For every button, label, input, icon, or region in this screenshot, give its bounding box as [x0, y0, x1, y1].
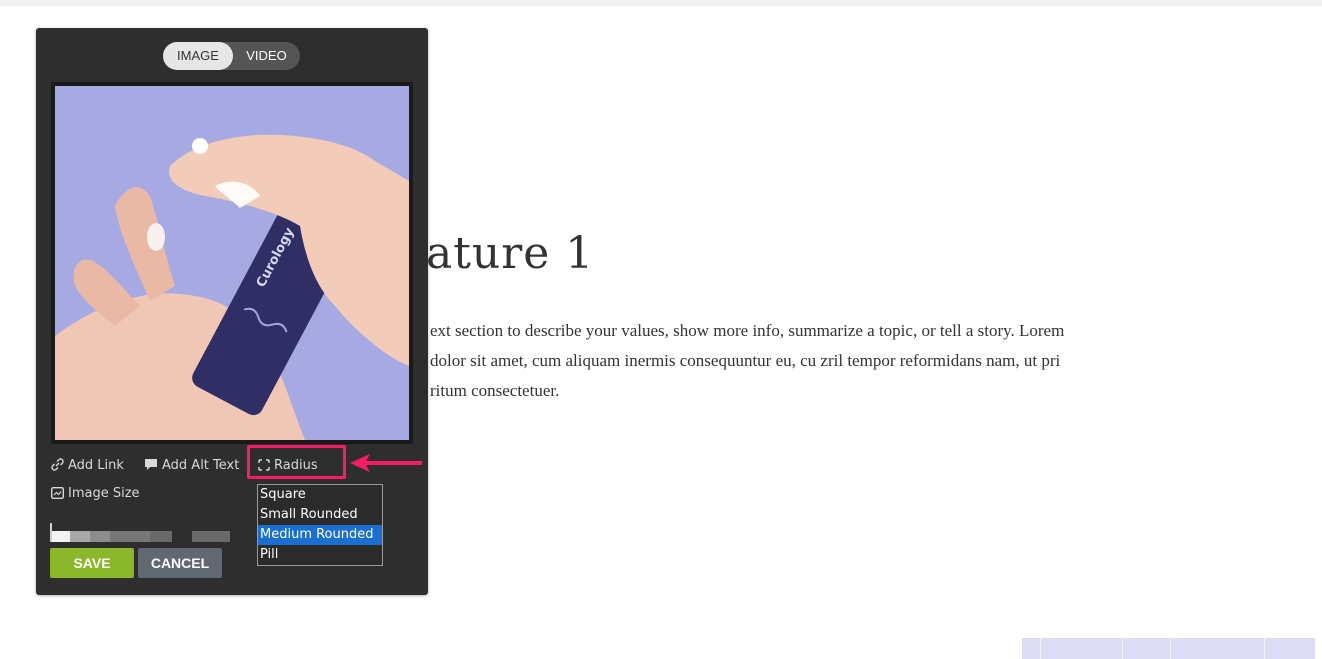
add-link-label: Add Link — [68, 458, 124, 473]
radius-option-small-rounded[interactable]: Small Rounded — [258, 505, 382, 525]
add-alt-text-label: Add Alt Text — [162, 458, 240, 473]
top-border — [0, 0, 1322, 6]
media-type-toggle: IMAGE VIDEO — [163, 42, 300, 70]
video-toggle-option[interactable]: VIDEO — [233, 42, 300, 70]
save-button[interactable]: SAVE — [50, 548, 134, 578]
product-photo-illustration: Curology — [55, 86, 409, 440]
radius-option-medium-rounded[interactable]: Medium Rounded — [258, 525, 382, 545]
cancel-button[interactable]: CANCEL — [138, 548, 222, 578]
link-icon — [51, 458, 64, 471]
image-toggle-option[interactable]: IMAGE — [163, 42, 233, 70]
comment-icon — [145, 459, 157, 470]
image-preview-frame: Curology — [51, 82, 413, 444]
feature-body-line: ext section to describe your values, sho… — [430, 321, 1065, 340]
image-size-label: Image Size — [68, 486, 140, 501]
pointer-arrow-icon — [350, 454, 422, 472]
image-editor-panel: IMAGE VIDEO Curology Add Link Add Alt Te… — [36, 28, 428, 595]
radius-option-pill[interactable]: Pill — [258, 545, 382, 565]
image-size-icon — [50, 486, 65, 500]
image-size-tool[interactable]: Image Size — [50, 486, 140, 501]
feature-body-line: ritum consectetuer. — [430, 381, 560, 400]
partial-image-thumbnail — [1022, 638, 1315, 659]
radius-highlight-box — [247, 445, 346, 479]
feature-title: ature 1 — [426, 228, 595, 279]
feature-body: ext section to describe your values, sho… — [430, 316, 1290, 406]
add-link-tool[interactable]: Add Link — [51, 458, 124, 473]
radius-option-square[interactable]: Square — [258, 485, 382, 505]
add-alt-text-tool[interactable]: Add Alt Text — [144, 458, 239, 473]
product-image[interactable]: Curology — [55, 86, 409, 440]
feature-body-line: dolor sit amet, cum aliquam inermis cons… — [430, 351, 1061, 370]
radius-dropdown[interactable]: Square Small Rounded Medium Rounded Pill — [257, 484, 383, 566]
